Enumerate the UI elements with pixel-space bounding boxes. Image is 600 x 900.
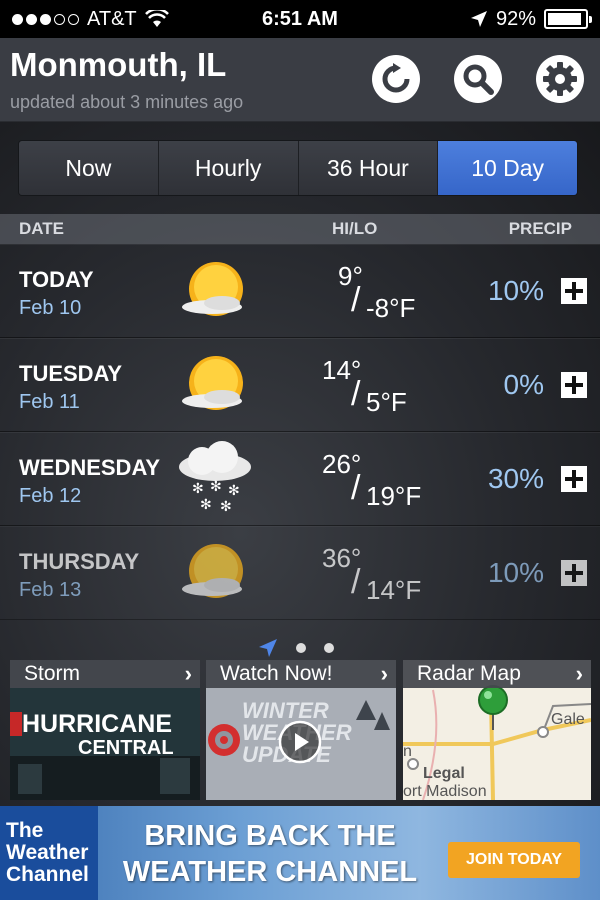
wifi-icon (144, 10, 169, 27)
logo-line: Weather (6, 841, 89, 864)
day-name: WEDNESDAY (19, 455, 160, 480)
storm-tile[interactable]: HURRICANE CENTRAL Storm › (10, 660, 200, 800)
map-label: Legal (423, 765, 465, 782)
logo-line: The (6, 819, 44, 842)
gear-icon (543, 62, 577, 96)
temp-slash: / (351, 563, 361, 601)
svg-text:✻: ✻ (220, 499, 232, 515)
logo-line: Channel (6, 863, 89, 886)
partly-sunny-icon (182, 356, 243, 410)
tile-title: Radar Map (403, 660, 591, 688)
refresh-icon (382, 63, 410, 93)
precip-column-label: PRECIP (508, 219, 572, 238)
tile-label: Watch Now! (220, 662, 333, 685)
search-button[interactable] (454, 55, 502, 103)
map-label: Gale (551, 711, 585, 728)
svg-text:✻: ✻ (228, 483, 240, 499)
expand-plus-icon[interactable] (561, 278, 587, 304)
temp-slash: / (351, 281, 361, 319)
day-date: Feb 11 (19, 391, 80, 413)
svg-text:✻: ✻ (200, 497, 212, 513)
radar-map-tile[interactable]: Gale Legal ort Madison n Radar Map › (403, 660, 591, 800)
low-temp: 14°F (366, 575, 422, 605)
settings-button[interactable] (536, 55, 584, 103)
forecast-row[interactable]: TODAY Feb 10 9° / -8°F 10% (0, 244, 600, 338)
status-right: 92% (470, 7, 592, 31)
search-icon (463, 64, 494, 95)
precip-chance: 30% (487, 463, 544, 494)
refresh-button[interactable] (372, 55, 420, 103)
tile-label: Radar Map (417, 662, 521, 685)
battery-percent: 92% (495, 7, 536, 30)
tile-subline: CENTRAL (78, 737, 174, 759)
content-area: Now Hourly 36 Hour 10 Day DATE HI/LO PRE… (0, 122, 600, 806)
low-temp: -8°F (366, 293, 416, 323)
low-temp: 5°F (366, 387, 407, 417)
svg-text:✻: ✻ (192, 481, 204, 497)
temp-slash: / (351, 469, 361, 507)
precip-chance: 0% (503, 369, 544, 400)
battery-icon (544, 9, 592, 29)
tile-label: Storm (24, 662, 81, 685)
play-icon[interactable] (278, 720, 322, 764)
watch-now-tile[interactable]: WINTER WEATHER UPDATE Watch Now! › (206, 660, 396, 800)
tile-title: Watch Now! (206, 660, 396, 688)
expand-plus-icon[interactable] (561, 466, 587, 492)
low-temp: 19°F (366, 481, 422, 511)
status-bar: AT&T 6:51 AM 92% (0, 0, 600, 38)
partly-sunny-icon (182, 262, 243, 316)
location-arrow-icon (259, 639, 277, 657)
page-indicator[interactable] (258, 638, 334, 658)
banner-line-2: WEATHER CHANNEL (122, 856, 418, 888)
tab-now[interactable]: Now (19, 141, 159, 195)
battery-fill (548, 13, 582, 25)
hilo-column-label: HI/LO (332, 219, 378, 238)
weather-channel-logo: The Weather Channel (0, 806, 98, 900)
expand-plus-icon[interactable] (561, 560, 587, 586)
signal-strength-icon (12, 13, 79, 25)
tile-headline: HURRICANE (22, 710, 172, 738)
day-date: Feb 13 (19, 579, 82, 601)
forecast-tabs: Now Hourly 36 Hour 10 Day (18, 140, 578, 196)
chevron-right-icon: › (184, 661, 192, 686)
snow-cloud-icon: ✻ ✻ ✻ ✻ ✻ (179, 441, 251, 515)
precip-chance: 10% (487, 557, 544, 588)
map-label: ort Madison (403, 783, 487, 800)
tab-hourly[interactable]: Hourly (158, 141, 299, 195)
forecast-row[interactable]: WEDNESDAY Feb 12 ✻ ✻ ✻ ✻ ✻ 26° / 19°F 30… (0, 432, 600, 526)
svg-text:✻: ✻ (210, 479, 222, 495)
banner-line-1: BRING BACK THE (144, 820, 396, 852)
location-arrow-icon (470, 11, 487, 27)
city-name: Monmouth, IL (10, 46, 227, 83)
banner-headline: BRING BACK THE WEATHER CHANNEL (110, 818, 430, 890)
column-header: DATE HI/LO PRECIP (0, 214, 600, 244)
app-header: Monmouth, IL updated about 3 minutes ago (0, 38, 600, 122)
chevron-right-icon: › (575, 661, 583, 686)
day-name: TUESDAY (19, 361, 123, 386)
forecast-row[interactable]: TUESDAY Feb 11 14° / 5°F 0% (0, 338, 600, 432)
tab-36-hour[interactable]: 36 Hour (298, 141, 439, 195)
day-name: TODAY (19, 267, 94, 292)
status-left: AT&T (12, 8, 169, 31)
expand-plus-icon[interactable] (561, 372, 587, 398)
tab-10-day[interactable]: 10 Day (438, 141, 577, 195)
page-dot (324, 643, 334, 653)
day-date: Feb 10 (19, 297, 82, 319)
temp-slash: / (351, 375, 361, 413)
map-label: n (403, 743, 412, 760)
forecast-row[interactable]: THURSDAY Feb 13 36° / 14°F 10% (0, 526, 600, 620)
day-name: THURSDAY (19, 549, 140, 574)
page-dot (296, 643, 306, 653)
updated-timestamp: updated about 3 minutes ago (10, 92, 244, 112)
precip-chance: 10% (487, 275, 544, 306)
tile-title: Storm (10, 660, 200, 688)
partly-sunny-icon (182, 544, 243, 598)
ad-banner[interactable]: The Weather Channel BRING BACK THE WEATH… (0, 806, 600, 900)
day-date: Feb 12 (19, 485, 82, 507)
carrier-label: AT&T (87, 7, 137, 30)
date-column-label: DATE (19, 219, 65, 238)
chevron-right-icon: › (380, 661, 388, 686)
join-today-button[interactable]: JOIN TODAY (448, 842, 580, 878)
